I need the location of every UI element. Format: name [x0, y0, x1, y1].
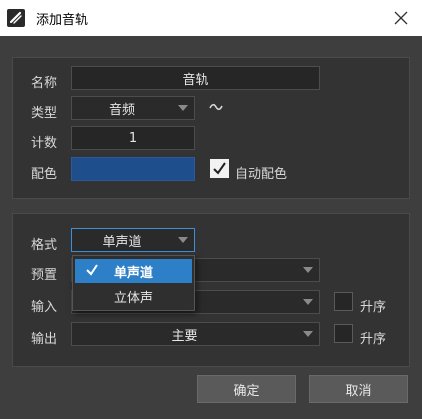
close-button[interactable] — [390, 7, 412, 29]
format-value: 单声道 — [102, 234, 142, 250]
chevron-down-icon — [303, 331, 313, 337]
chevron-down-icon — [178, 237, 188, 243]
checkmark-icon — [86, 264, 98, 276]
chevron-down-icon — [303, 299, 313, 305]
type-value: 音频 — [108, 102, 135, 118]
ok-button[interactable]: 确定 — [197, 375, 296, 403]
format-select[interactable]: 单声道 — [71, 228, 195, 252]
close-icon — [394, 11, 408, 25]
output-label: 输出 — [31, 332, 58, 347]
output-ascending-checkbox[interactable] — [334, 324, 353, 343]
dialog-body: 名称 音轨 类型 音频 计数 1 配色 自动配色 格式 单声道 预置 置 输入 … — [0, 36, 422, 419]
type-select[interactable]: 音频 — [71, 96, 195, 120]
output-select[interactable]: 主要 — [71, 322, 320, 346]
count-field[interactable]: 1 — [71, 126, 195, 150]
color-label: 配色 — [31, 167, 58, 182]
chevron-down-icon — [303, 267, 313, 273]
count-label: 计数 — [31, 136, 58, 151]
chevron-down-icon — [178, 105, 188, 111]
format-option-stereo[interactable]: 立体声 — [75, 284, 192, 308]
track-color-swatch[interactable] — [71, 157, 195, 181]
checkmark-icon — [213, 162, 226, 175]
name-field[interactable]: 音轨 — [71, 66, 320, 90]
input-label: 输入 — [31, 300, 58, 315]
auto-color-label: 自动配色 — [235, 167, 288, 182]
auto-color-checkbox[interactable] — [210, 159, 229, 178]
type-label: 类型 — [31, 106, 58, 121]
format-option-mono[interactable]: 单声道 — [75, 259, 192, 283]
format-label: 格式 — [31, 238, 58, 253]
format-option-stereo-label: 立体声 — [113, 290, 153, 306]
format-dropdown-menu: 单声道 立体声 — [72, 255, 195, 311]
waveform-icon[interactable] — [209, 102, 223, 112]
cancel-button[interactable]: 取消 — [309, 375, 408, 403]
window-title: 添加音轨 — [36, 13, 89, 28]
output-ascending-label: 升序 — [360, 332, 387, 347]
app-logo-icon — [7, 9, 25, 27]
output-value: 主要 — [171, 328, 198, 344]
title-bar: 添加音轨 — [0, 0, 422, 36]
name-label: 名称 — [31, 76, 58, 91]
preset-label: 预置 — [31, 268, 58, 283]
input-ascending-label: 升序 — [360, 300, 387, 315]
format-option-mono-label: 单声道 — [113, 265, 153, 281]
input-ascending-checkbox[interactable] — [334, 292, 353, 311]
